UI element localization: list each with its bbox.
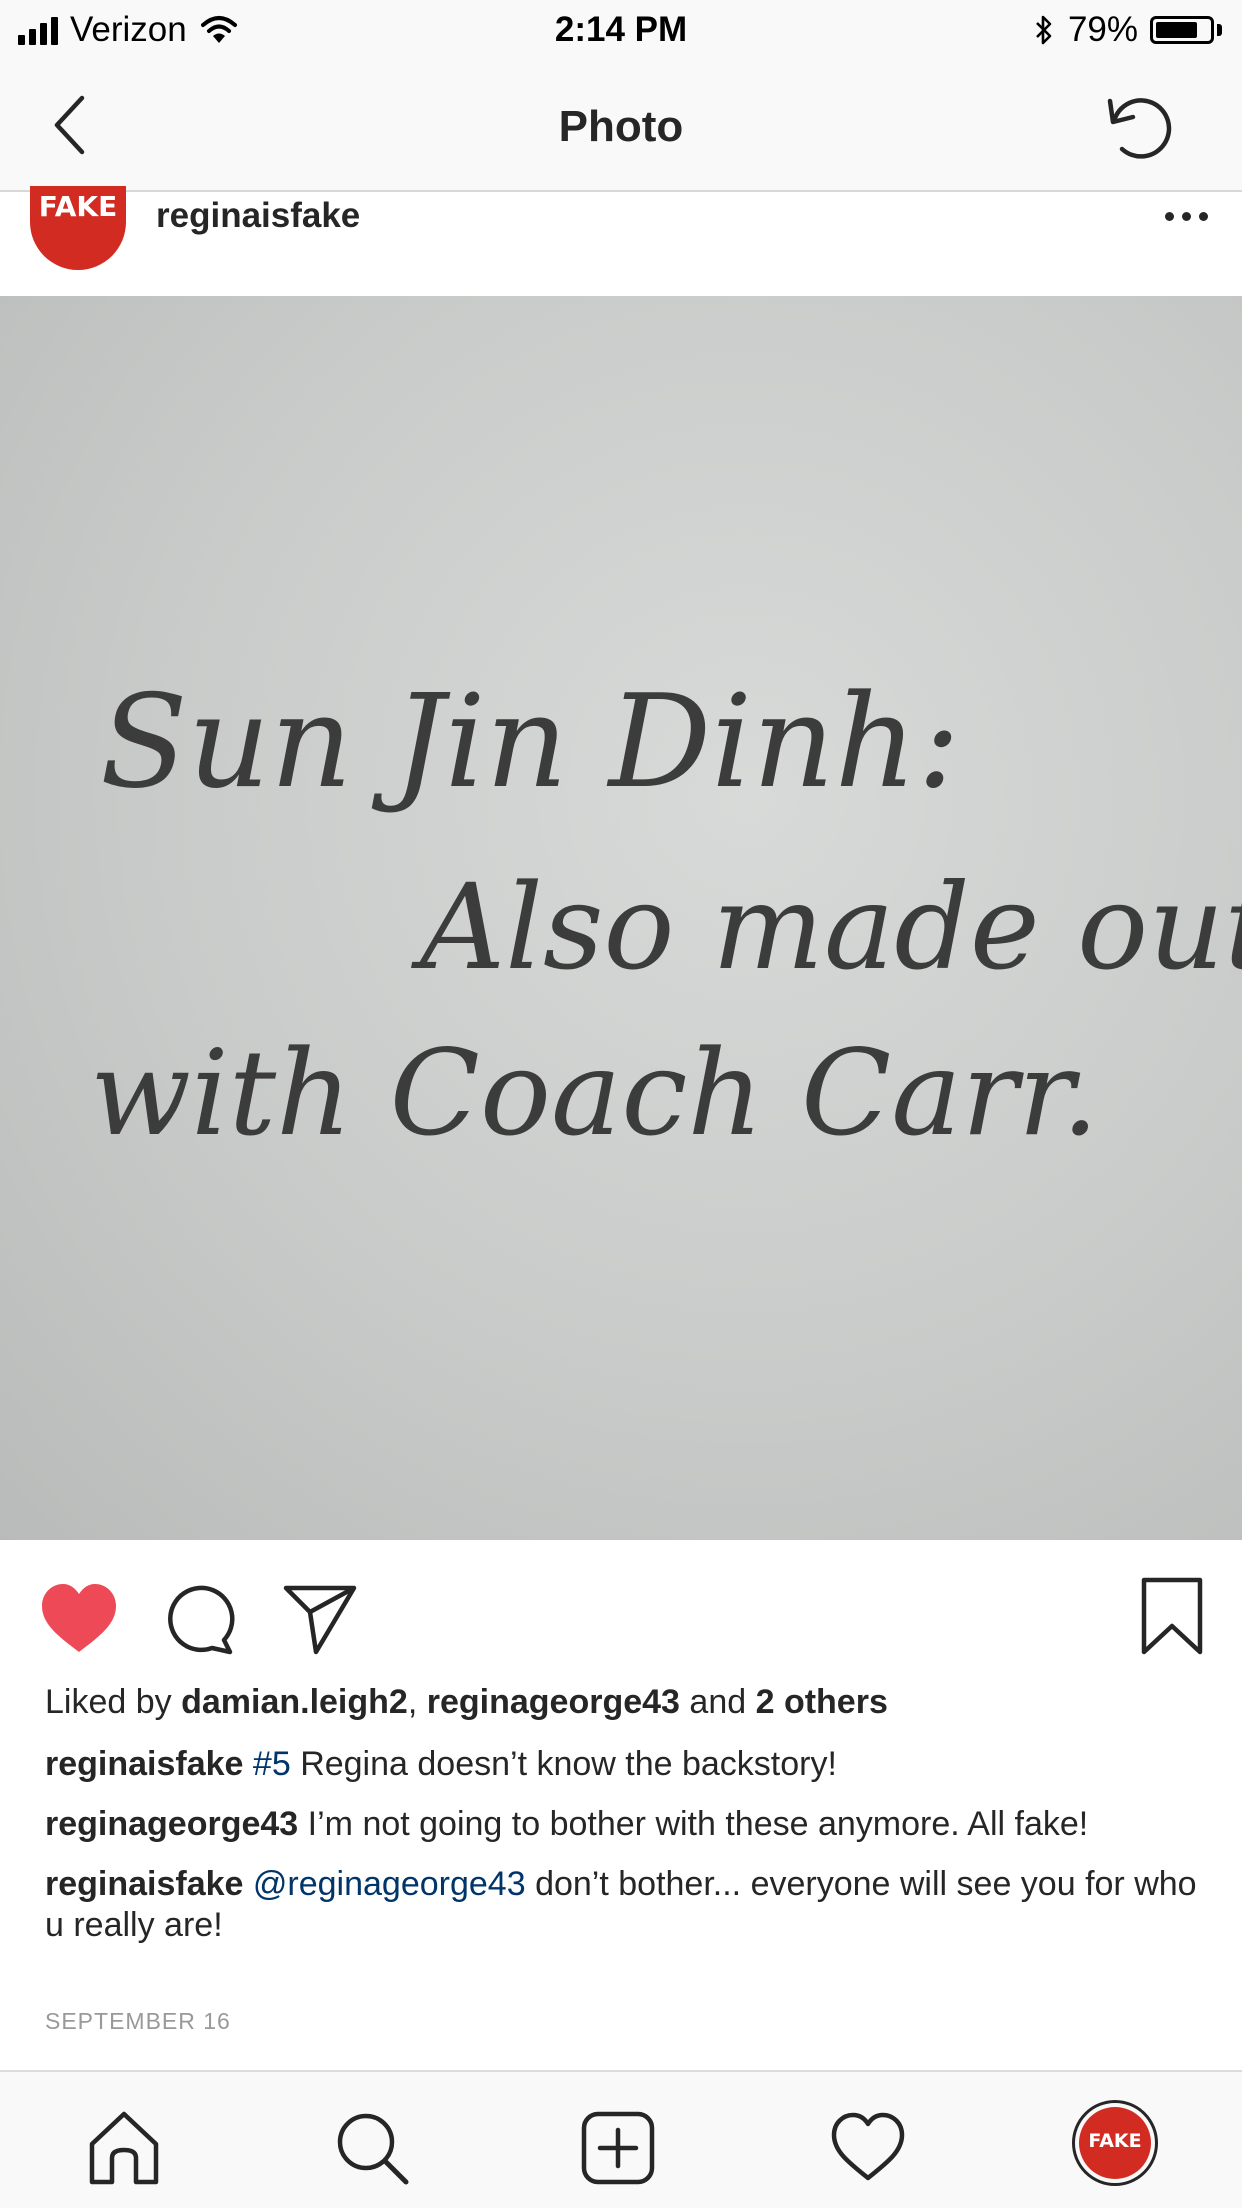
- comment-button[interactable]: [160, 1580, 240, 1660]
- tab-new-post[interactable]: [578, 2108, 658, 2188]
- profile-avatar: FAKE: [1079, 2107, 1151, 2179]
- liker-username[interactable]: reginageorge43: [427, 1683, 680, 1721]
- comment-item: reginageorge43 I’m not going to bother w…: [45, 1804, 1205, 1845]
- tab-bar: FAKE: [0, 2070, 1242, 2208]
- comment-item: reginaisfake #5 Regina doesn’t know the …: [45, 1744, 1205, 1785]
- post-photo[interactable]: Sun Jin Dinh: Also made out with Coach C…: [0, 296, 1242, 1540]
- ellipsis-dot: [1199, 212, 1208, 221]
- note-line-2: Also made out: [411, 858, 1242, 996]
- liker-username[interactable]: damian.leigh2: [181, 1683, 408, 1721]
- battery-icon: [1150, 16, 1214, 44]
- page-title: Photo: [558, 102, 684, 151]
- likes-summary: Liked by damian.leigh2, reginageorge43 a…: [45, 1683, 888, 1722]
- likes-separator: ,: [407, 1683, 418, 1721]
- heart-filled-icon: [42, 1584, 116, 1652]
- comments-list: reginaisfake #5 Regina doesn’t know the …: [45, 1744, 1205, 1965]
- bookmark-icon: [1141, 1577, 1203, 1655]
- ellipsis-dot: [1182, 212, 1191, 221]
- battery-fill: [1156, 22, 1197, 38]
- note-line-3: with Coach Carr.: [90, 1024, 1099, 1162]
- note-line-1: Sun Jin Dinh:: [100, 668, 960, 817]
- comment-icon: [168, 1585, 235, 1655]
- like-button[interactable]: [38, 1580, 120, 1660]
- comment-username[interactable]: reginaisfake: [45, 1865, 243, 1903]
- battery-cap: [1217, 24, 1222, 36]
- tab-activity[interactable]: [828, 2108, 908, 2188]
- comment-hashtag[interactable]: #5: [253, 1745, 291, 1783]
- tab-profile[interactable]: FAKE: [1072, 2100, 1158, 2186]
- post-username[interactable]: reginaisfake: [156, 196, 360, 236]
- likes-others-link[interactable]: 2 others: [756, 1683, 888, 1721]
- tab-home[interactable]: [84, 2108, 164, 2188]
- activity-heart-icon: [831, 2112, 905, 2181]
- post-actions: [0, 1540, 1242, 1690]
- ellipsis-icon: [1165, 212, 1174, 221]
- search-icon: [337, 2113, 409, 2185]
- more-options-button[interactable]: [1165, 206, 1208, 227]
- avatar[interactable]: FAKE: [30, 186, 126, 270]
- status-bar: Verizon 2:14 PM 79%: [0, 0, 1242, 62]
- status-right: 79%: [1034, 10, 1222, 50]
- refresh-button[interactable]: [1100, 87, 1180, 167]
- avatar-text: FAKE: [38, 190, 118, 223]
- refresh-icon: [1107, 98, 1172, 159]
- comment-username[interactable]: reginaisfake: [45, 1745, 243, 1783]
- nav-bar: Photo: [0, 62, 1242, 192]
- home-icon: [89, 2111, 159, 2185]
- comment-mention[interactable]: @reginageorge43: [253, 1865, 526, 1903]
- comment-item: reginaisfake @reginageorge43 don’t bothe…: [45, 1864, 1205, 1946]
- send-icon: [283, 1585, 357, 1655]
- handwritten-note: Sun Jin Dinh: Also made out with Coach C…: [90, 668, 1242, 1162]
- tab-search[interactable]: [332, 2108, 412, 2188]
- share-button[interactable]: [280, 1578, 360, 1658]
- post-date: SEPTEMBER 16: [45, 2008, 231, 2034]
- comment-text: Regina doesn’t know the backstory!: [300, 1745, 837, 1783]
- likes-prefix: Liked by: [45, 1683, 172, 1721]
- comment-text: I’m not going to bother with these anymo…: [307, 1805, 1089, 1843]
- post-header: FAKE reginaisfake: [0, 186, 1242, 296]
- bluetooth-icon: [1036, 15, 1052, 45]
- battery-percent: 79%: [1067, 10, 1138, 49]
- bookmark-button[interactable]: [1138, 1576, 1206, 1658]
- new-post-icon: [581, 2111, 655, 2185]
- profile-avatar-text: FAKE: [1088, 2130, 1142, 2152]
- likes-conjunction: and: [689, 1683, 747, 1721]
- comment-username[interactable]: reginageorge43: [45, 1805, 298, 1843]
